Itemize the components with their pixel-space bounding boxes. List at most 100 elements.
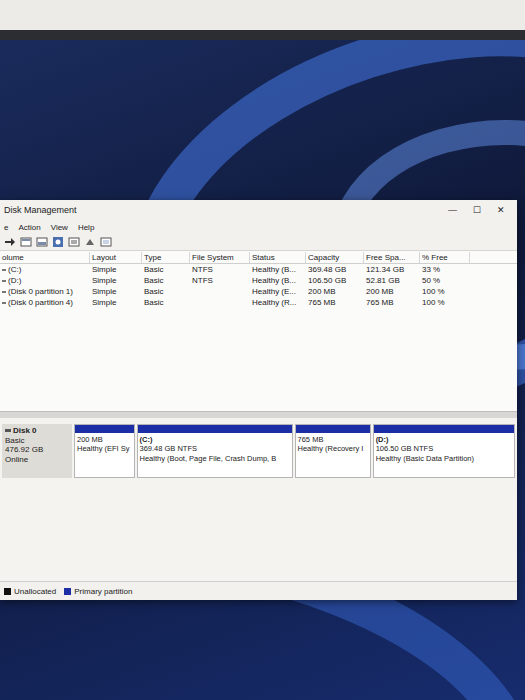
table-row[interactable]: (Disk 0 partition 4)SimpleBasic Healthy (… [0,297,517,308]
table-cell: Simple [90,276,142,285]
column-header[interactable]: olume [0,252,90,263]
window-controls: — ☐ ✕ [448,205,513,215]
drive-icon [2,269,6,271]
drive-icon [2,291,6,293]
table-cell: 52.81 GB [364,276,420,285]
desktop: Disk Management—☐✕eActionViewHelpolumeLa… [0,40,525,700]
table-cell: 765 MB [306,298,364,307]
menu-item[interactable]: View [51,223,68,232]
table-cell: Healthy (R... [250,298,306,307]
partition-bar [374,425,514,433]
table-cell: Simple [90,287,142,296]
column-header[interactable]: Capacity [306,252,364,263]
monitor-bezel [0,30,525,40]
disk-type: Basic [5,436,69,446]
table-cell: Basic [142,298,190,307]
settings-icon[interactable] [84,236,96,248]
table-row[interactable]: (D:)SimpleBasicNTFSHealthy (B...106.50 G… [0,275,517,286]
table-cell: Simple [90,265,142,274]
disk-name: Disk 0 [5,426,69,436]
legend: Unallocated Primary partition [0,581,517,600]
help-icon[interactable] [52,236,64,248]
disk-size: 476.92 GB [5,445,69,455]
table-cell: 100 % [420,287,470,296]
table-cell: NTFS [190,276,250,285]
table-cell: 106.50 GB [306,276,364,285]
partition-status: Healthy (Boot, Page File, Crash Dump, B [140,454,290,463]
window-control-button[interactable]: ✕ [497,205,505,215]
window-control-button[interactable]: — [448,205,457,215]
table-header: olumeLayoutTypeFile SystemStatusCapacity… [0,251,517,264]
column-header[interactable]: Type [142,252,190,263]
wall [0,0,525,30]
partition-size: 200 MB [77,435,132,444]
table-cell: (C:) [0,265,90,274]
menu-item[interactable]: Action [18,223,40,232]
partition-status: Healthy (Basic Data Partition) [376,454,512,463]
title-bar: Disk Management—☐✕ [0,200,517,220]
partition-size: 106.50 GB NTFS [376,444,512,453]
column-header[interactable]: Status [250,252,306,263]
table-cell: (Disk 0 partition 1) [0,287,90,296]
window-control-button[interactable]: ☐ [473,205,481,215]
forward-arrow-icon[interactable] [4,236,16,248]
partition-bar [138,425,292,433]
table-row[interactable]: (C:)SimpleBasicNTFSHealthy (B...369.48 G… [0,264,517,275]
column-header[interactable]: Free Spa... [364,252,420,263]
legend-swatch [64,588,71,595]
table-cell: 121.34 GB [364,265,420,274]
legend-item: Unallocated [4,587,56,596]
partition-bar [75,425,134,433]
partition-body: 765 MBHealthy (Recovery I [296,433,370,477]
partition-body: (C:)369.48 GB NTFSHealthy (Boot, Page Fi… [138,433,292,477]
disk-icon [5,429,11,432]
list-view-icon[interactable] [20,236,32,248]
menu-item[interactable]: e [4,223,8,232]
toolbar [0,234,517,251]
partition-size: 369.48 GB NTFS [140,444,290,453]
drive-icon [2,280,6,282]
partition-status: Healthy (EFI Sy [77,444,132,453]
disk-label[interactable]: Disk 0Basic476.92 GBOnline [2,424,72,478]
properties-icon[interactable] [68,236,80,248]
table-cell: (Disk 0 partition 4) [0,298,90,307]
table-cell: Simple [90,298,142,307]
partition[interactable]: (D:)106.50 GB NTFSHealthy (Basic Data Pa… [373,424,515,478]
table-cell: 50 % [420,276,470,285]
table-cell: 765 MB [364,298,420,307]
menu-item[interactable]: Help [78,223,94,232]
table-cell: 33 % [420,265,470,274]
table-row[interactable]: (Disk 0 partition 1)SimpleBasic Healthy (… [0,286,517,297]
disk-row: Disk 0Basic476.92 GBOnline200 MBHealthy … [2,424,515,478]
drive-icon [2,302,6,304]
table-cell: Healthy (B... [250,276,306,285]
table-cell: 100 % [420,298,470,307]
partition[interactable]: (C:)369.48 GB NTFSHealthy (Boot, Page Fi… [137,424,293,478]
partition-bar [296,425,370,433]
table-cell: 369.48 GB [306,265,364,274]
screen: Disk Management—☐✕eActionViewHelpolumeLa… [0,0,525,700]
table-cell: 200 MB [364,287,420,296]
partition-name: (D:) [376,435,512,444]
legend-swatch [4,588,11,595]
table-cell: Basic [142,276,190,285]
disk-map: Disk 0Basic476.92 GBOnline200 MBHealthy … [0,418,517,581]
partition-name: (C:) [140,435,290,444]
partition[interactable]: 200 MBHealthy (EFI Sy [74,424,135,478]
volume-list: olumeLayoutTypeFile SystemStatusCapacity… [0,251,517,411]
disk-status: Online [5,455,69,465]
refresh-icon[interactable] [100,236,112,248]
table-cell: Healthy (E... [250,287,306,296]
table-cell: 200 MB [306,287,364,296]
column-header[interactable]: % Free [420,252,470,263]
table-cell: Healthy (B... [250,265,306,274]
disk-management-window: Disk Management—☐✕eActionViewHelpolumeLa… [0,200,517,600]
column-header[interactable]: File System [190,252,250,263]
pane-splitter[interactable] [0,411,517,418]
menu-bar: e Action View Help [0,220,517,234]
column-header[interactable]: Layout [90,252,142,263]
pane-icon[interactable] [36,236,48,248]
partition[interactable]: 765 MBHealthy (Recovery I [295,424,371,478]
table-cell: Basic [142,287,190,296]
legend-item: Primary partition [64,587,132,596]
